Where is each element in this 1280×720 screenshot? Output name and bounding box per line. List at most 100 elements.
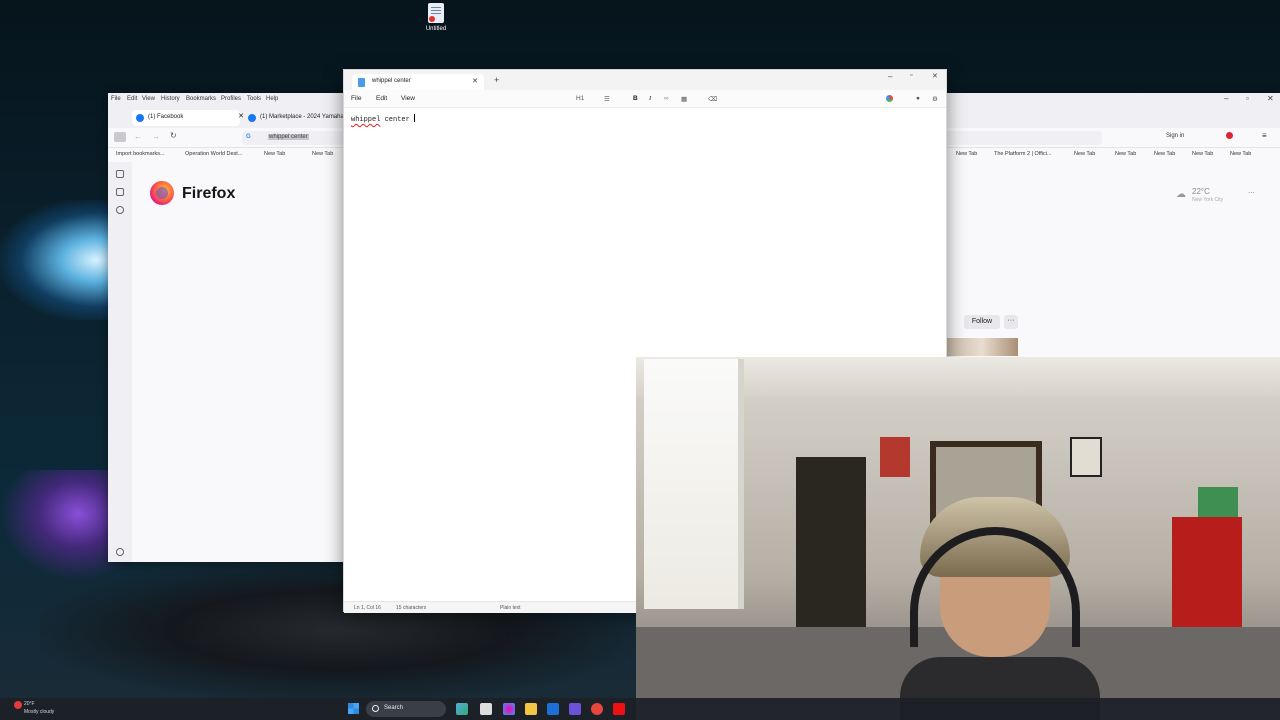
firefox-logo: Firefox [150, 181, 250, 207]
settings-icon[interactable] [116, 548, 124, 556]
menu-file[interactable]: File [351, 95, 361, 102]
search-label: Search [384, 705, 404, 711]
notepad-tab-title: whippel center [372, 78, 411, 84]
notepad-icon [358, 78, 365, 87]
history-icon[interactable] [116, 206, 124, 214]
character-count: 15 characters [396, 605, 427, 611]
search-icon [372, 705, 379, 712]
weather-widget[interactable]: ☁ 22°C New York City ⋯ [1176, 187, 1256, 207]
table-icon[interactable]: ▦ [681, 95, 687, 103]
close-icon[interactable]: ✕ [932, 72, 938, 80]
account-icon[interactable]: ● [916, 95, 920, 102]
back-icon[interactable]: ← [134, 132, 142, 141]
wall-poster [1070, 437, 1102, 477]
minimize-icon[interactable]: – [1224, 94, 1228, 103]
facebook-icon [248, 114, 256, 122]
bookmark-new-tab[interactable]: New Tab [1115, 151, 1136, 157]
new-tab-icon[interactable]: + [494, 75, 499, 85]
tab-close-icon[interactable]: ✕ [472, 77, 478, 85]
desktop-file-icon[interactable]: Untitled [420, 3, 452, 32]
notepad-menubar: File Edit View H1 ☰ B I ∞ ▦ ⌫ ● ⚙ [344, 90, 946, 108]
notepad-tab[interactable]: whippel center ✕ [352, 74, 484, 90]
copilot-icon[interactable] [503, 703, 515, 715]
menu-profiles[interactable]: Profiles [221, 96, 241, 102]
menu-view[interactable]: View [401, 95, 415, 102]
tab-label: (1) Facebook [148, 114, 184, 120]
menu-bookmarks[interactable]: Bookmarks [186, 96, 216, 102]
store-icon[interactable] [547, 703, 559, 715]
desktop-icon-label: Untitled [425, 26, 447, 32]
widgets-icon[interactable] [456, 703, 468, 715]
more-icon[interactable]: ⋯ [1248, 189, 1255, 197]
bookmark-new-tab[interactable]: New Tab [1074, 151, 1095, 157]
close-icon[interactable]: ✕ [1267, 94, 1274, 103]
file-explorer-icon[interactable] [525, 703, 537, 715]
firefox-window-controls: – ▫ ✕ [1220, 93, 1280, 106]
facebook-icon [136, 114, 144, 122]
bookmark-operation-world[interactable]: Operation World Dest... [185, 151, 242, 157]
tab-marketplace[interactable]: (1) Marketplace - 2024 Yamaha [244, 110, 344, 126]
clear-format-icon[interactable]: ⌫ [708, 95, 717, 103]
menu-history[interactable]: History [161, 96, 180, 102]
task-view-icon[interactable] [480, 703, 492, 715]
maximize-icon[interactable]: ▫ [910, 72, 912, 79]
article-thumbnail[interactable] [946, 338, 1018, 356]
minimize-icon[interactable]: – [888, 72, 892, 81]
menu-help[interactable]: Help [266, 96, 278, 102]
follow-button[interactable]: Follow [964, 315, 1000, 329]
start-button-icon[interactable] [348, 703, 359, 714]
bold-button[interactable]: B [633, 95, 638, 102]
taskbar-search[interactable]: Search [366, 701, 446, 717]
weather-temp: 22°C [1192, 187, 1210, 196]
teams-icon[interactable] [569, 703, 581, 715]
menu-file[interactable]: File [111, 96, 121, 102]
firefox-wordmark: Firefox [182, 185, 236, 202]
room-window [644, 359, 744, 609]
bookmark-new-tab[interactable]: New Tab [312, 151, 333, 157]
menu-tools[interactable]: Tools [247, 96, 261, 102]
youtube-icon[interactable] [613, 703, 625, 715]
tab-label: (1) Marketplace - 2024 Yamaha [260, 114, 344, 120]
taskbar-weather-desc: Mostly cloudy [24, 709, 55, 715]
bookmark-new-tab[interactable]: New Tab [956, 151, 977, 157]
heading-button[interactable]: H1 [576, 95, 584, 102]
text-caret [414, 114, 416, 122]
settings-gear-icon[interactable]: ⚙ [932, 95, 938, 103]
bookmark-new-tab[interactable]: New Tab [1154, 151, 1175, 157]
link-icon[interactable]: ∞ [664, 95, 669, 102]
file-format: Plain text [500, 605, 521, 611]
bookmark-new-tab[interactable]: New Tab [1230, 151, 1251, 157]
menu-edit[interactable]: Edit [376, 95, 387, 102]
ai-chat-icon[interactable] [116, 170, 124, 178]
ublock-icon[interactable] [1226, 132, 1233, 139]
more-options-button[interactable]: ··· [1004, 315, 1018, 329]
document-icon [428, 3, 444, 23]
sidebar-toggle-icon[interactable] [114, 132, 126, 142]
cursor-position: Ln 1, Col 16 [354, 605, 381, 611]
maximize-icon[interactable]: ▫ [1246, 94, 1249, 103]
opera-icon[interactable] [591, 703, 603, 715]
notepad-editor[interactable]: whippel center [351, 114, 416, 124]
taskbar-weather[interactable]: 20°F Mostly cloudy [14, 700, 55, 716]
bookmark-new-tab[interactable]: New Tab [264, 151, 285, 157]
wall-poster [880, 437, 910, 477]
bookmark-new-tab[interactable]: New Tab [1192, 151, 1213, 157]
menu-view[interactable]: View [142, 96, 155, 102]
sign-in-link[interactable]: Sign in [1166, 133, 1184, 139]
list-icon[interactable]: ☰ [604, 95, 610, 103]
notepad-titlebar: whippel center ✕ + – ▫ ✕ [344, 70, 946, 90]
weather-city: New York City [1192, 197, 1224, 203]
firefox-globe-icon [150, 181, 174, 205]
webcam-feed [636, 357, 1280, 720]
forward-icon[interactable]: → [152, 132, 160, 141]
tabs-icon[interactable] [116, 188, 124, 196]
app-menu-icon[interactable]: ≡ [1262, 131, 1267, 140]
tab-facebook[interactable]: (1) Facebook ✕ [132, 110, 244, 126]
reload-icon[interactable]: ↻ [170, 131, 177, 140]
bookmark-platform[interactable]: The Platform 2 | Offici... [994, 151, 1052, 157]
copilot-icon[interactable] [886, 95, 893, 102]
google-icon: G [246, 134, 251, 140]
menu-edit[interactable]: Edit [127, 96, 137, 102]
italic-button[interactable]: I [649, 95, 651, 102]
bookmark-import[interactable]: Import bookmarks... [116, 151, 165, 157]
